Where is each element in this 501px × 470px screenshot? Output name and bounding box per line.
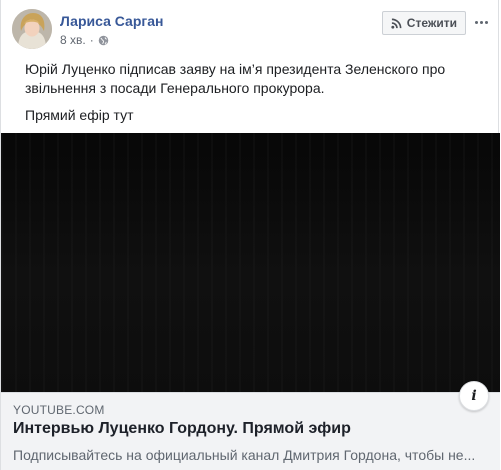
video-frame xyxy=(1,133,500,392)
post-meta: 8 хв. · xyxy=(60,33,109,47)
follow-label: Стежити xyxy=(406,16,457,30)
author-avatar[interactable] xyxy=(12,9,52,49)
info-icon[interactable]: i xyxy=(459,381,489,411)
post-header: Лариса Сарган 8 хв. · Стежити xyxy=(1,0,498,56)
more-icon xyxy=(474,20,478,24)
meta-separator: · xyxy=(89,33,94,47)
post-text: Юрій Луценко підписав заяву на ім’я през… xyxy=(13,60,501,98)
link-title[interactable]: Интервью Луценко Гордону. Прямой эфир xyxy=(13,420,351,438)
link-description: Подписывайтесь на официальный канал Дмит… xyxy=(13,447,476,463)
post-text-paragraph-2: Прямий ефір тут xyxy=(25,107,134,123)
link-domain: YOUTUBE.COM xyxy=(13,403,105,417)
avatar-photo xyxy=(12,9,52,49)
author-name[interactable]: Лариса Сарган xyxy=(60,13,163,29)
link-preview[interactable]: YOUTUBE.COM Интервью Луценко Гордону. Пр… xyxy=(1,392,500,470)
post-text-paragraph: Юрій Луценко підписав заяву на ім’я през… xyxy=(25,61,446,96)
follow-button[interactable]: Стежити xyxy=(381,11,466,35)
rss-icon xyxy=(391,18,402,29)
facebook-post: Лариса Сарган 8 хв. · Стежити Юрій Луцен… xyxy=(0,0,501,470)
globe-icon[interactable] xyxy=(98,35,109,46)
more-icon-dot xyxy=(479,20,483,24)
video-player[interactable] xyxy=(1,133,500,392)
more-icon-dot xyxy=(484,20,488,24)
more-options-button[interactable] xyxy=(471,10,491,34)
post-text-2: Прямий ефір тут xyxy=(13,106,146,125)
timestamp[interactable]: 8 хв. xyxy=(60,33,86,47)
